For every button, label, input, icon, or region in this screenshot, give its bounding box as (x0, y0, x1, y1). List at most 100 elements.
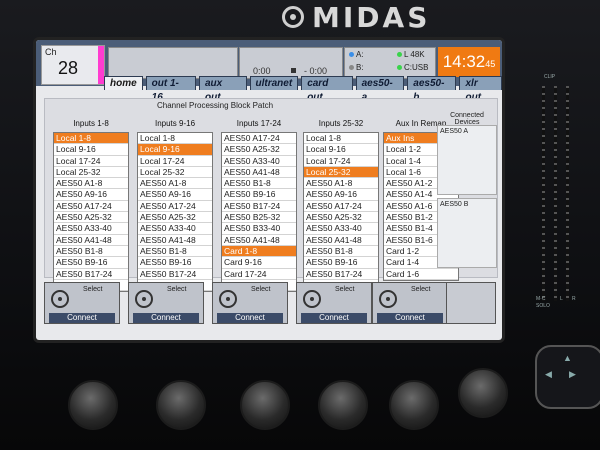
right-arrow-icon[interactable]: ▶ (569, 369, 576, 380)
usb-led-icon (397, 65, 402, 70)
patch-option[interactable]: AES50 A33-40 (54, 223, 128, 235)
encoder-strip: Select Connect Select Connect Select Connect S… (44, 282, 496, 330)
encoder-cell-empty (446, 282, 496, 324)
patch-column-3: Inputs 17-24 AES50 A17-24 AES50 A25-32 AES5… (221, 119, 297, 293)
patch-option[interactable]: AES50 A25-32 (222, 144, 296, 156)
connect-button[interactable]: Connect (301, 313, 367, 323)
meter-led-column-mc (566, 86, 569, 301)
patch-option[interactable]: Local 1-8 (138, 133, 212, 145)
patch-option[interactable]: AES50 A1-8 (304, 178, 378, 190)
rotary-encoder-6[interactable] (458, 368, 508, 418)
patch-option[interactable]: AES50 A25-32 (138, 212, 212, 224)
rotary-encoder-4[interactable] (318, 380, 368, 430)
connect-button[interactable]: Connect (133, 313, 199, 323)
tab-aes50-b[interactable]: aes50-b (407, 76, 457, 103)
patch-option[interactable]: Card 9-16 (222, 257, 296, 269)
patch-option[interactable]: Local 1-8 (304, 133, 378, 145)
tab-aux-out[interactable]: aux out (198, 76, 247, 103)
encoder-cell-3[interactable]: Select Connect (212, 282, 288, 324)
patch-option[interactable]: AES50 B1-8 (222, 178, 296, 190)
patch-option[interactable]: AES50 B1-8 (304, 246, 378, 258)
remaining-time: - 0:00 (304, 66, 328, 76)
patch-option[interactable]: Card 1-8 (222, 245, 296, 258)
patch-option[interactable]: Local 9-16 (304, 144, 378, 156)
patch-option[interactable]: AES50 B17-24 (304, 269, 378, 280)
patch-option[interactable]: AES50 A33-40 (222, 156, 296, 167)
connect-button[interactable]: Connect (377, 313, 443, 323)
rotary-encoder-2[interactable] (156, 380, 206, 430)
encoder-cell-2[interactable]: Select Connect (128, 282, 204, 324)
sample-rate: L 48K (397, 50, 425, 59)
patch-option[interactable]: AES50 A17-24 (54, 201, 128, 213)
tab-aes50-a[interactable]: aes50-a (355, 76, 405, 103)
patch-option[interactable]: Local 25-32 (54, 167, 128, 179)
patch-option[interactable]: Local 17-24 (138, 156, 212, 167)
patch-option[interactable]: AES50 B1-8 (54, 246, 128, 258)
rotary-encoder-1[interactable] (68, 380, 118, 430)
rotate-icon (135, 290, 153, 308)
patch-option[interactable]: AES50 A41-48 (138, 235, 212, 246)
left-arrow-icon[interactable]: ◀ (545, 369, 552, 380)
connect-button[interactable]: Connect (217, 313, 283, 323)
rotary-encoder-3[interactable] (240, 380, 290, 430)
navigation-pad[interactable]: ▲ ◀ ▶ (535, 345, 600, 409)
patch-column-2: Inputs 9-16 Local 1-8 Local 9-16 Local 17-2… (137, 119, 213, 293)
patch-option[interactable]: AES50 A33-40 (304, 223, 378, 235)
patch-option[interactable]: Local 9-16 (54, 144, 128, 156)
patch-option[interactable]: AES50 B9-16 (138, 257, 212, 269)
tab-ultranet[interactable]: ultranet (249, 76, 299, 90)
patch-option[interactable]: Local 17-24 (304, 156, 378, 167)
encoder-cell-4[interactable]: Select Connect (296, 282, 372, 324)
patch-option[interactable]: Card 17-24 (222, 269, 296, 280)
patch-column-4: Inputs 25-32 Local 1-8 Local 9-16 Local 17-… (303, 119, 379, 293)
select-label: Select (167, 286, 187, 293)
patch-option[interactable]: AES50 A25-32 (54, 212, 128, 224)
rate-led-icon (397, 52, 402, 57)
tab-card-out[interactable]: card out (301, 76, 353, 103)
patch-option[interactable]: AES50 A41-48 (54, 235, 128, 246)
patch-option[interactable]: Local 1-8 (54, 133, 128, 145)
rotary-encoder-5[interactable] (389, 380, 439, 430)
patch-option[interactable]: AES50 B17-24 (54, 269, 128, 280)
encoder-cell-5[interactable]: Select Connect (372, 282, 448, 324)
patch-option[interactable]: Local 9-16 (138, 144, 212, 156)
patch-option[interactable]: Local 25-32 (304, 166, 378, 179)
select-label: Select (251, 286, 271, 293)
patch-option[interactable]: AES50 A17-24 (222, 133, 296, 145)
encoder-cell-1[interactable]: Select Connect (44, 282, 120, 324)
connect-button[interactable]: Connect (49, 313, 115, 323)
patch-list: Local 1-8 Local 9-16 Local 17-24 Local 25-3… (53, 132, 129, 293)
clock: 14:3245 (438, 47, 500, 77)
up-arrow-icon[interactable]: ▲ (563, 353, 572, 363)
patch-option[interactable]: AES50 A9-16 (54, 189, 128, 201)
patch-option[interactable]: AES50 A1-8 (138, 178, 212, 190)
patch-option[interactable]: AES50 A9-16 (138, 189, 212, 201)
patch-option[interactable]: AES50 B33-40 (222, 223, 296, 235)
patch-option[interactable]: AES50 A17-24 (138, 201, 212, 213)
patch-option[interactable]: AES50 B17-24 (138, 269, 212, 280)
patch-option[interactable]: AES50 B9-16 (54, 257, 128, 269)
patch-option[interactable]: AES50 B25-32 (222, 212, 296, 224)
patch-option[interactable]: AES50 A41-48 (222, 167, 296, 179)
tab-xlr-out[interactable]: xlr out (459, 76, 502, 103)
tab-out-1-16[interactable]: out 1-16 (145, 76, 196, 103)
tab-home[interactable]: home (104, 76, 143, 90)
patch-option[interactable]: Local 17-24 (54, 156, 128, 167)
patch-option[interactable]: AES50 A1-8 (54, 178, 128, 190)
patch-option[interactable]: AES50 A33-40 (138, 223, 212, 235)
patch-option[interactable]: Local 25-32 (138, 167, 212, 179)
patch-option[interactable]: AES50 B1-8 (138, 246, 212, 258)
panel-title: Channel Processing Block Patch (156, 101, 274, 110)
patch-option[interactable]: AES50 B9-16 (222, 189, 296, 201)
patch-option[interactable]: AES50 A9-16 (304, 189, 378, 201)
patch-option[interactable]: AES50 A17-24 (304, 201, 378, 213)
patch-option[interactable]: AES50 A25-32 (304, 212, 378, 224)
patch-option[interactable]: Card 1-6 (384, 269, 458, 280)
patch-option[interactable]: AES50 A41-48 (304, 235, 378, 246)
patch-option[interactable]: AES50 B17-24 (222, 201, 296, 213)
patch-option[interactable]: AES50 B9-16 (304, 257, 378, 269)
card-status-box: A: B: L 48K C:USB (344, 47, 436, 79)
elapsed-time: 0:00 (253, 66, 271, 76)
channel-indicator[interactable]: Ch 28 (41, 45, 105, 85)
patch-option[interactable]: AES50 A41-48 (222, 235, 296, 246)
